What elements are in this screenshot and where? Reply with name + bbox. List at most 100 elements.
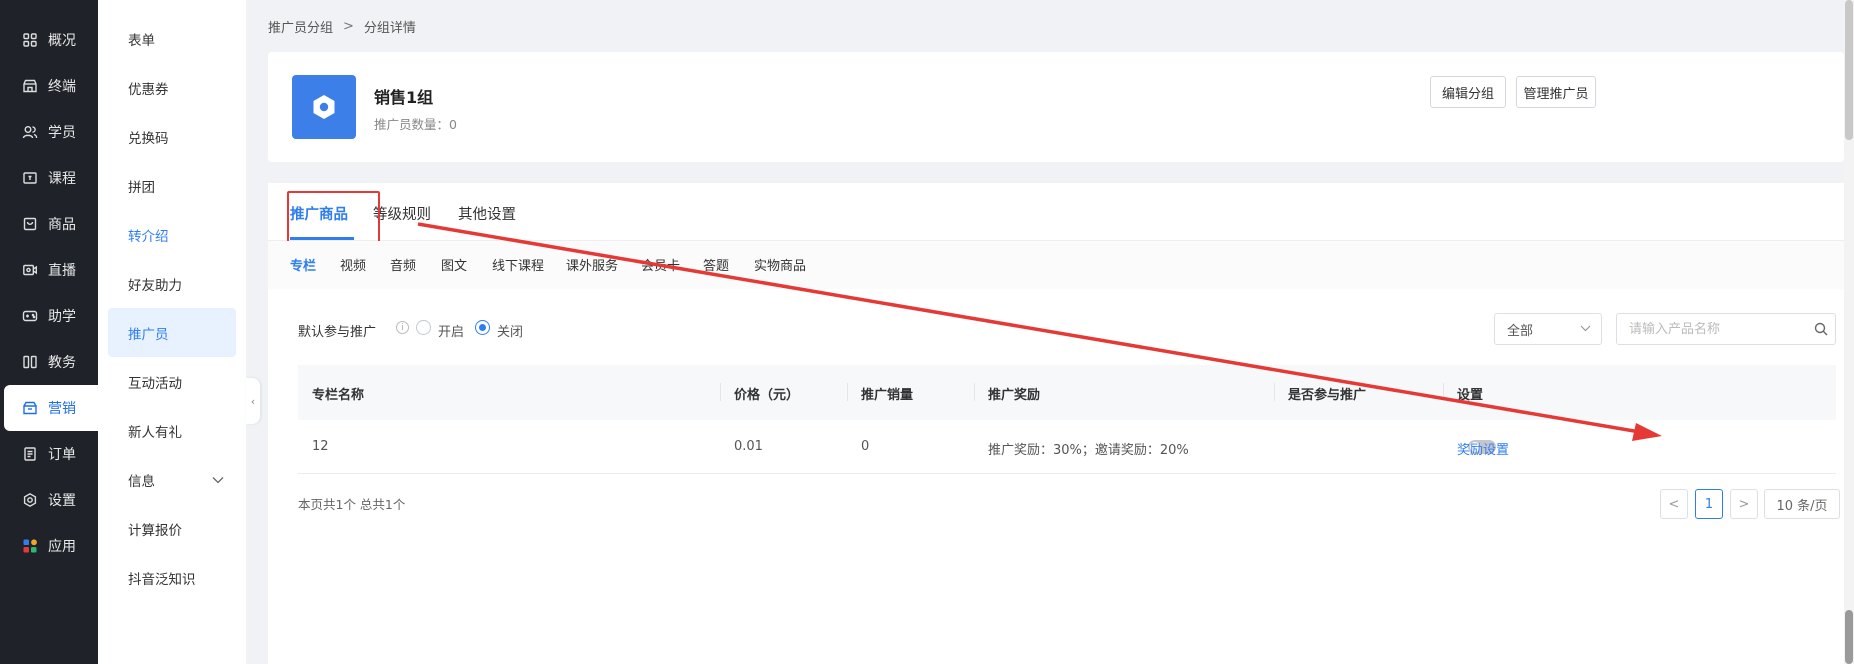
subnav-item-quote[interactable]: 计算报价 [108, 504, 236, 553]
subtab-extra-service[interactable]: 课外服务 [566, 255, 618, 274]
subnav-label: 兑换码 [128, 130, 169, 147]
chevron-down-icon [212, 473, 224, 487]
subnav-label: 优惠券 [128, 81, 169, 98]
subnav-label: 互动活动 [128, 375, 182, 392]
subnav-item-newcomer-gift[interactable]: 新人有礼 [108, 406, 236, 455]
subtab-video[interactable]: 视频 [340, 255, 366, 274]
group-logo [292, 75, 356, 139]
subtab-article[interactable]: 图文 [441, 255, 467, 274]
breadcrumb: 推广员分组 > 分组详情 [266, 0, 1854, 52]
nav-item-course[interactable]: 课程 [0, 155, 98, 201]
subnav-item-douyin[interactable]: 抖音泛知识 [108, 553, 236, 602]
nav-item-apps[interactable]: 应用 [0, 523, 98, 569]
breadcrumb-separator: > [343, 18, 354, 34]
next-page-button[interactable]: > [1730, 489, 1758, 519]
app-root: 概况 终端 学员 课程 商品 直播 助学 教务 营销 订单 设置 应用 表单 优… [0, 0, 1854, 664]
subnav-label: 新人有礼 [128, 424, 182, 441]
subnav-label: 信息 [128, 473, 155, 490]
default-promotion-label: 默认参与推广 [298, 325, 377, 340]
col-participate: 是否参与推广 [1288, 388, 1367, 403]
subnav-item-form[interactable]: 表单 [108, 14, 236, 63]
column-divider [1274, 383, 1275, 401]
nav-label: 营销 [48, 401, 76, 417]
scrollbar-thumb-lower[interactable] [1845, 610, 1853, 664]
nav-label: 课程 [48, 171, 76, 187]
primary-nav: 概况 终端 学员 课程 商品 直播 助学 教务 营销 订单 设置 应用 [0, 0, 98, 664]
reward-settings-link[interactable]: 奖励设置 [1457, 439, 1509, 458]
column-divider [847, 383, 848, 401]
status-select[interactable]: 全部 [1494, 313, 1602, 345]
nav-item-overview[interactable]: 概况 [0, 17, 98, 63]
subnav-item-friend-assist[interactable]: 好友助力 [108, 259, 236, 308]
nav-item-assist[interactable]: 助学 [0, 293, 98, 339]
subtab-quiz[interactable]: 答题 [703, 255, 729, 274]
manage-promoters-button[interactable]: 管理推广员 [1516, 76, 1596, 108]
edit-group-button[interactable]: 编辑分组 [1430, 76, 1506, 108]
scrollbar[interactable] [1844, 0, 1854, 664]
tab-other-settings[interactable]: 其他设置 [458, 203, 516, 224]
col-price: 价格（元） [734, 388, 800, 403]
filter-row: 默认参与推广 i 开启 关闭 全部 [268, 289, 1844, 369]
subtab-membership[interactable]: 会员卡 [641, 255, 680, 274]
order-icon [22, 446, 38, 462]
subtab-audio[interactable]: 音频 [390, 255, 416, 274]
subnav-item-interactive[interactable]: 互动活动 [108, 357, 236, 406]
cell-reward: 推广奖励：30%；邀请奖励：20% [988, 443, 1189, 458]
nav-item-students[interactable]: 学员 [0, 109, 98, 155]
nav-item-academic[interactable]: 教务 [0, 339, 98, 385]
promoter-count: 推广员数量：0 [374, 117, 457, 132]
subtab-column[interactable]: 专栏 [290, 255, 316, 274]
subtab-offline-course[interactable]: 线下课程 [492, 255, 544, 274]
main-content: 推广员分组 > 分组详情 销售1组 推广员数量：0 编辑分组 管理推广员 推广商… [246, 0, 1854, 664]
scrollbar-thumb[interactable] [1845, 0, 1853, 140]
cell-price: 0.01 [734, 439, 763, 454]
subnav-item-coupon[interactable]: 优惠券 [108, 63, 236, 112]
col-sales: 推广销量 [861, 388, 914, 403]
radio-close-label: 关闭 [497, 325, 524, 340]
promotion-card: 推广商品 等级规则 其他设置 专栏 视频 音频 图文 线下课程 课外服务 会员卡… [268, 183, 1844, 664]
subnav-label: 计算报价 [128, 522, 182, 539]
group-header-card: 销售1组 推广员数量：0 编辑分组 管理推广员 [268, 52, 1844, 162]
subnav-item-group-buy[interactable]: 拼团 [108, 161, 236, 210]
nav-label: 订单 [48, 447, 76, 463]
radio-close[interactable] [475, 320, 490, 335]
grid-icon [22, 32, 38, 48]
nav-item-marketing[interactable]: 营销 [4, 385, 98, 431]
info-icon[interactable]: i [396, 321, 409, 334]
nav-label: 概况 [48, 33, 76, 49]
radio-open[interactable] [416, 320, 431, 335]
users-icon [22, 124, 38, 140]
page-1-button[interactable]: 1 [1695, 489, 1723, 519]
subnav-item-referral[interactable]: 转介绍 [108, 210, 236, 259]
breadcrumb-parent[interactable]: 推广员分组 [268, 17, 333, 36]
nav-item-order[interactable]: 订单 [0, 431, 98, 477]
page-size-select[interactable]: 10 条/页 [1764, 489, 1840, 519]
book-icon [22, 354, 38, 370]
marketing-icon [22, 400, 38, 416]
nav-label: 商品 [48, 217, 76, 233]
search-icon[interactable] [1814, 322, 1828, 336]
subtab-physical-goods[interactable]: 实物商品 [754, 255, 806, 274]
nav-item-terminal[interactable]: 终端 [0, 63, 98, 109]
subnav-item-promoter[interactable]: 推广员 [108, 308, 236, 357]
breadcrumb-current: 分组详情 [363, 20, 416, 36]
subnav-label: 好友助力 [128, 277, 182, 294]
product-search-input[interactable] [1616, 313, 1836, 345]
column-divider [720, 383, 721, 401]
nav-label: 学员 [48, 125, 76, 141]
prev-page-button[interactable]: < [1660, 489, 1688, 519]
nav-item-settings[interactable]: 设置 [0, 477, 98, 523]
subnav-label: 推广员 [128, 326, 169, 343]
nav-item-goods[interactable]: 商品 [0, 201, 98, 247]
group-name: 销售1组 [374, 88, 434, 107]
subnav-item-redeem-code[interactable]: 兑换码 [108, 112, 236, 161]
pagination-summary: 本页共1个 总共1个 [298, 497, 406, 512]
tab-bar: 推广商品 等级规则 其他设置 [268, 183, 1844, 244]
subnav-item-info[interactable]: 信息 [108, 455, 236, 504]
subnav-label: 转介绍 [128, 228, 169, 245]
tab-level-rules[interactable]: 等级规则 [373, 203, 431, 224]
cell-name: 12 [312, 439, 329, 454]
annotation-highlight-box [287, 191, 380, 244]
col-name: 专栏名称 [312, 388, 365, 403]
nav-item-live[interactable]: 直播 [0, 247, 98, 293]
